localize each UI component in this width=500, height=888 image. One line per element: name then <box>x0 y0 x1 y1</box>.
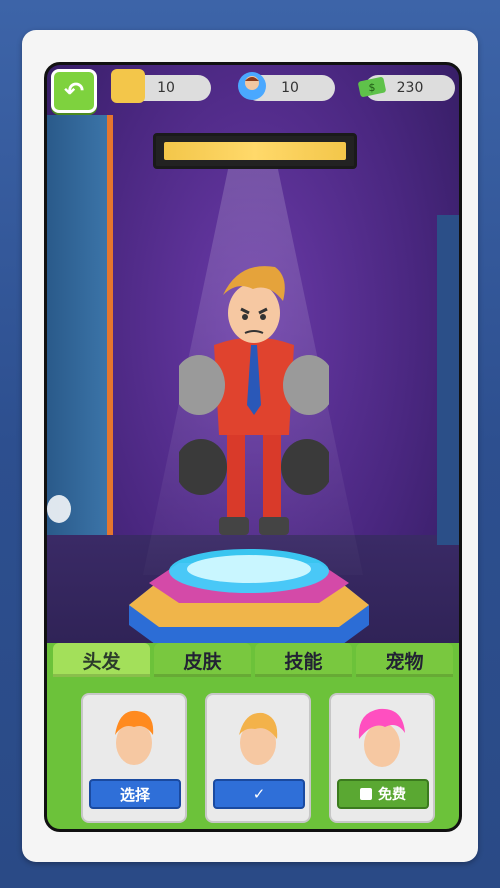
side-sticker-icon[interactable] <box>47 495 71 523</box>
back-arrow-icon: ↶ <box>63 77 85 105</box>
player-character <box>179 266 329 535</box>
hair-preview <box>115 710 154 765</box>
character-scene <box>47 65 459 705</box>
hair-card[interactable]: ✓ <box>205 693 311 823</box>
right-machine-prop <box>437 215 459 545</box>
cash-count: 230 <box>396 80 424 96</box>
puzzle-count: 10 <box>157 80 175 96</box>
gem-counter: 10 <box>238 72 335 101</box>
top-hud: ↶ 10 10 $ 230 <box>47 65 459 113</box>
video-ad-icon <box>360 788 372 800</box>
selected-check-button[interactable]: ✓ <box>213 779 305 809</box>
back-button[interactable]: ↶ <box>51 69 97 113</box>
puzzle-counter: 10 <box>111 69 211 103</box>
tab-hair[interactable]: 头发 <box>53 643 150 677</box>
ceiling-lamp <box>153 133 357 169</box>
free-button[interactable]: 免费 <box>337 779 429 809</box>
hair-preview <box>358 708 405 767</box>
puzzle-icon <box>111 69 145 103</box>
customization-panel: 头发 皮肤 技能 宠物 选择 ✓ 免费 <box>47 643 459 829</box>
game-screen: ↶ 10 10 $ 230 头发 皮肤 技能 宠物 选择 ✓ 免费 <box>44 62 462 832</box>
select-button[interactable]: 选择 <box>89 779 181 809</box>
left-machine-prop <box>47 115 113 535</box>
gem-avatar-icon <box>235 69 269 103</box>
svg-text:$: $ <box>369 81 376 94</box>
tab-skill[interactable]: 技能 <box>255 643 352 677</box>
free-label: 免费 <box>378 787 406 803</box>
category-tabs: 头发 皮肤 技能 宠物 <box>53 643 453 677</box>
hair-item-list: 选择 ✓ 免费 <box>71 693 441 823</box>
tab-pet[interactable]: 宠物 <box>356 643 453 677</box>
cash-icon: $ <box>355 69 389 103</box>
tab-skin[interactable]: 皮肤 <box>154 643 251 677</box>
hair-preview <box>239 712 278 765</box>
cash-counter: $ 230 <box>358 75 455 101</box>
hair-card[interactable]: 免费 <box>329 693 435 823</box>
hair-card[interactable]: 选择 <box>81 693 187 823</box>
gem-count: 10 <box>281 80 299 96</box>
